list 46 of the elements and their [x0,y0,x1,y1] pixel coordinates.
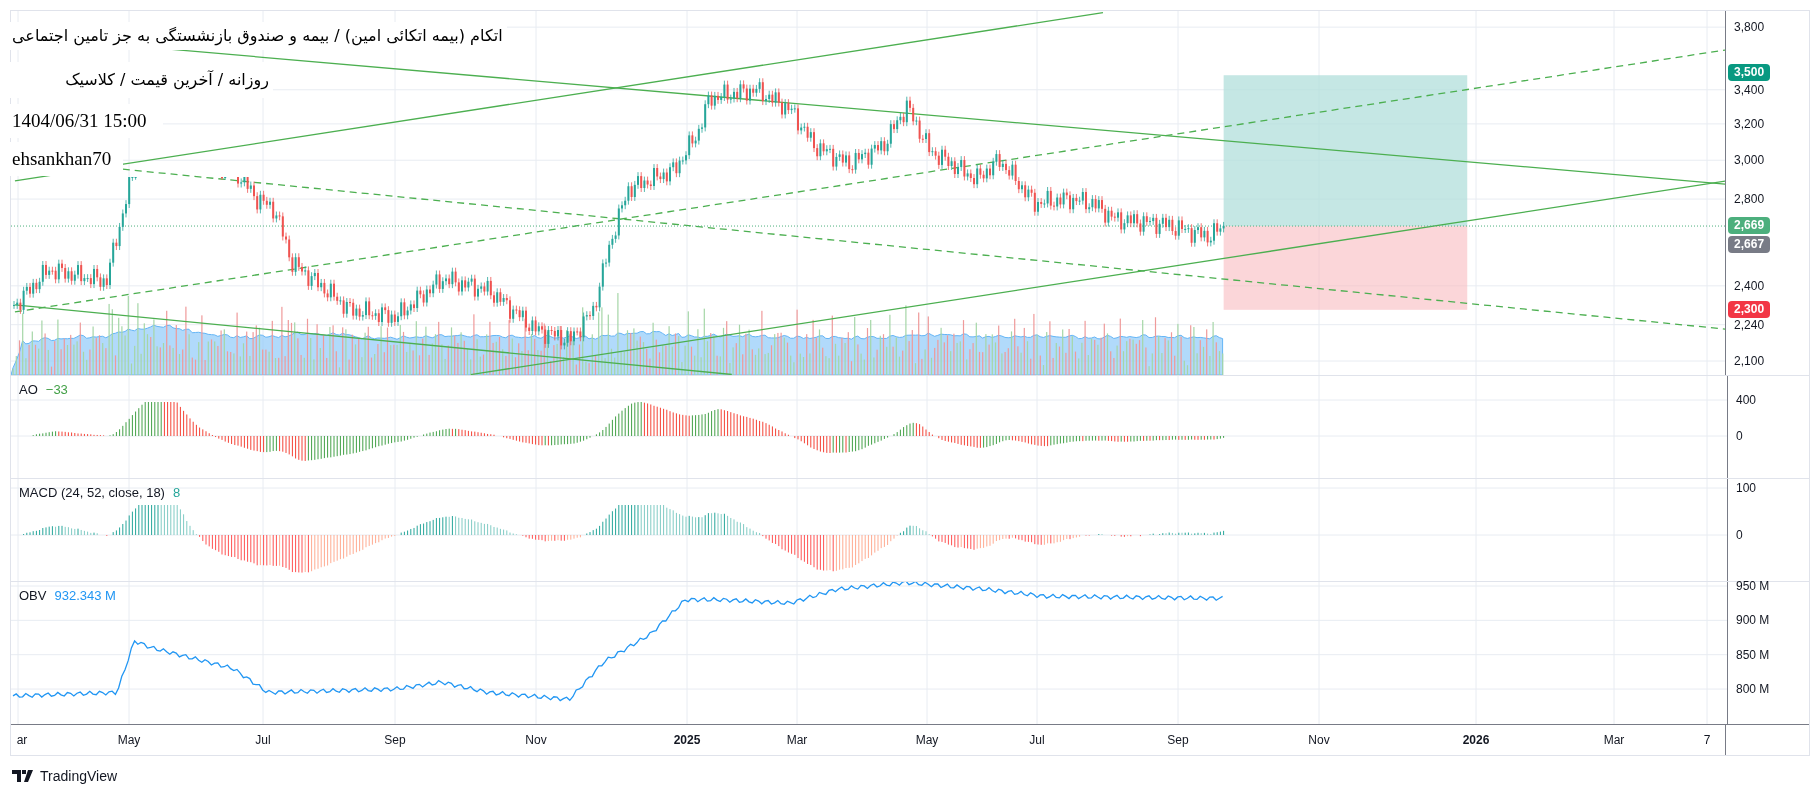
axis-tick-label: 800 M [1736,682,1770,697]
time-axis-label: 2026 [1462,733,1490,747]
axis-tick-label: 2,800 [1734,192,1765,207]
axis-tick-label: 2,100 [1734,354,1765,369]
time-axis-label: Mar [786,733,808,747]
axis-tick-label: 100 [1736,481,1757,495]
price-label: 2,669 [1728,217,1771,235]
author-label: ehsankhan70 [8,142,123,176]
price-label: 3,500 [1728,64,1771,82]
axis-tick-label: 2,400 [1734,278,1765,293]
price-label: 2,300 [1728,300,1771,318]
chart-subtitle: روزانه / آخرین قیمت / کلاسیک [8,62,273,98]
axis-tick-label: 950 M [1736,579,1770,593]
timestamp-label: 1404/06/31 15:00 [8,104,163,138]
time-axis-label: ar [16,733,28,747]
axis-tick-label: 900 M [1736,613,1770,628]
logo-icon [12,770,36,782]
indicator-name: OBV [19,588,47,604]
time-axis-label: Nov [1308,733,1330,747]
time-axis-label: May [117,733,141,747]
chart-title: اتکام (بیمه اتکائی امین) / بیمه و صندوق بازنشستگی به جز تامین اجتماعی [8,22,507,50]
time-axis-label: Mar [1603,733,1625,747]
axis-tick-label: 3,800 [1734,20,1765,35]
time-axis-label: May [915,733,939,747]
indicator-value: 8 [172,485,181,501]
time-axis-label: Nov [525,733,547,747]
indicator-name: MACD (24, 52, close, 18) [19,485,165,501]
indicator-value: 932.343 M [54,588,116,604]
price-label: 2,667 [1728,236,1771,254]
time-axis-label: Jul [1029,733,1045,747]
indicator-value: −33 [45,382,68,398]
indicator-name: AO [19,382,38,398]
time-axis-label: Jul [255,733,271,747]
time-axis-label: Sep [384,733,406,747]
time-axis-label: 7 [1703,733,1711,747]
time-axis-label: Sep [1167,733,1189,747]
axis-tick-label: 3,400 [1734,82,1765,97]
axis-tick-label: 850 M [1736,647,1770,662]
axis-tick-label: 0 [1736,528,1743,542]
axis-tick-label: 400 [1736,393,1757,407]
axis-tick-label: 2,240 [1734,317,1765,332]
axis-tick-label: 0 [1736,429,1743,443]
axis-tick-label: 3,000 [1734,153,1765,168]
time-axis-label: 2025 [673,733,701,747]
brand-name: TradingView [40,768,118,784]
axis-tick-label: 3,200 [1734,116,1765,131]
